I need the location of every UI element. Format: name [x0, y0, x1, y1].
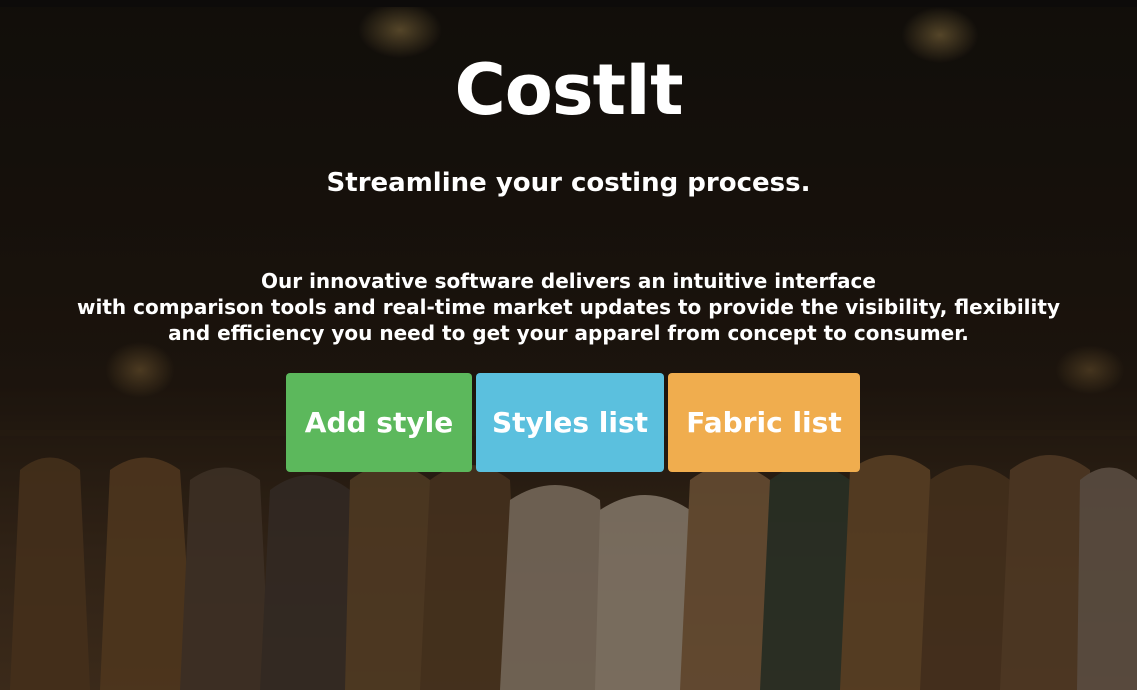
description-line: Our innovative software delivers an intu… [261, 269, 876, 293]
fabric-list-button[interactable]: Fabric list [668, 373, 860, 472]
hero-section: CostIt Streamline your costing process. … [0, 0, 1137, 690]
add-style-button[interactable]: Add style [286, 373, 472, 472]
page-title: CostIt [454, 49, 683, 131]
action-buttons: Add style Styles list Fabric list [286, 373, 860, 472]
top-bar [0, 0, 1137, 7]
hero-description: Our innovative software delivers an intu… [0, 268, 1137, 346]
page-subtitle: Streamline your costing process. [326, 168, 811, 198]
styles-list-button[interactable]: Styles list [476, 373, 664, 472]
description-line: and efficiency you need to get your appa… [168, 321, 969, 345]
description-line: with comparison tools and real-time mark… [77, 295, 1060, 319]
